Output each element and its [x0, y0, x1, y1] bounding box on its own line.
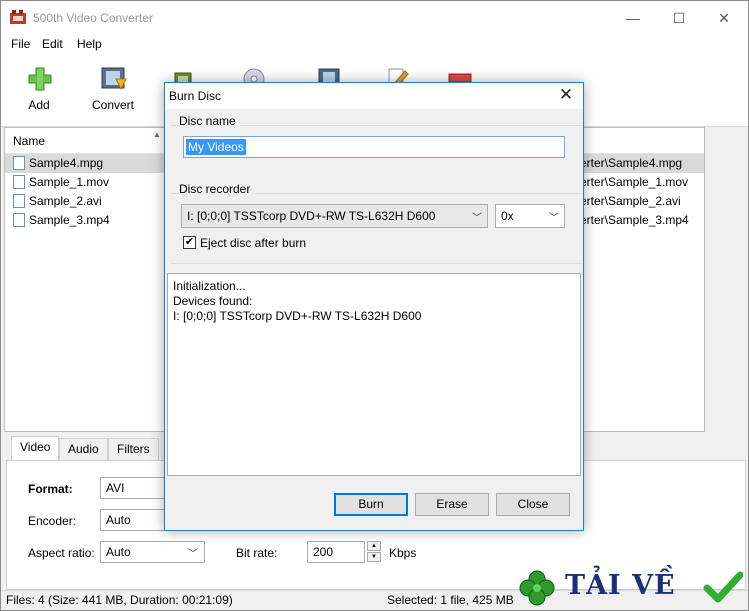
right-gutter: [705, 127, 747, 432]
file-name: Sample_2.avi: [29, 194, 102, 208]
encoder-label: Encoder:: [28, 514, 77, 528]
tab-filters[interactable]: Filters: [108, 438, 159, 460]
chevron-down-icon: ﹀: [472, 213, 482, 224]
disc-name-group-title: Disc name: [179, 114, 240, 128]
file-path: erter\Sample_2.avi: [580, 194, 681, 208]
file-name: Sample_1.mov: [29, 175, 110, 189]
file-path: erter\Sample_1.mov: [580, 175, 689, 189]
title-bar: 500th Video Converter — ☐ ✕: [1, 1, 748, 35]
minimize-button[interactable]: —: [610, 1, 656, 35]
speed-select[interactable]: 0x ﹀: [495, 204, 565, 228]
aspect-ratio-select[interactable]: Auto ﹀: [100, 541, 205, 563]
maximize-button[interactable]: ☐: [656, 1, 702, 35]
file-name: Sample_3.mp4: [29, 213, 110, 227]
bit-rate-input[interactable]: 200: [307, 541, 365, 563]
file-name: Sample4.mpg: [29, 156, 104, 170]
close-button[interactable]: Close: [496, 493, 570, 516]
file-path: erter\Sample4.mpg: [580, 156, 683, 170]
video-file-icon: [13, 194, 25, 208]
status-files: Files: 4 (Size: 441 MB, Duration: 00:21:…: [6, 593, 233, 607]
plus-icon: [28, 67, 52, 91]
watermark: TẢI VỀ: [517, 566, 747, 610]
tab-audio[interactable]: Audio: [59, 438, 108, 460]
bit-rate-up-button[interactable]: ▲: [367, 541, 381, 551]
app-film-icon: [10, 10, 26, 24]
watermark-text: TẢI VỀ: [565, 570, 676, 601]
add-button[interactable]: Add: [9, 63, 69, 119]
log-divider: [171, 263, 583, 264]
menu-help[interactable]: Help: [77, 37, 102, 51]
speed-value: 0x: [501, 209, 514, 223]
drive-select[interactable]: I: [0;0;0] TSSTcorp DVD+-RW TS-L632H D60…: [181, 204, 488, 228]
bit-rate-down-button[interactable]: ▼: [367, 552, 381, 562]
bit-rate-value: 200: [313, 545, 334, 559]
window-title: 500th Video Converter: [33, 11, 153, 25]
video-file-icon: [13, 213, 25, 227]
sort-ascending-icon: ▲: [153, 130, 161, 139]
eject-checkbox[interactable]: ✔: [183, 236, 196, 249]
encoder-select[interactable]: Auto: [100, 509, 170, 531]
close-window-button[interactable]: ✕: [701, 1, 747, 35]
bit-rate-label: Bit rate:: [236, 546, 278, 560]
aspect-ratio-label: Aspect ratio:: [28, 546, 95, 560]
disc-recorder-group-title: Disc recorder: [179, 182, 255, 196]
eject-checkbox-label[interactable]: Eject disc after burn: [200, 236, 306, 250]
clover-icon: [519, 570, 555, 606]
format-select[interactable]: AVI: [100, 477, 170, 499]
aspect-ratio-value: Auto: [106, 545, 131, 559]
chevron-down-icon: ﹀: [188, 549, 198, 560]
drive-value: I: [0;0;0] TSSTcorp DVD+-RW TS-L632H D60…: [187, 209, 436, 223]
menu-edit[interactable]: Edit: [42, 37, 63, 51]
menu-bar: [1, 35, 748, 55]
dialog-title: Burn Disc: [169, 89, 222, 103]
tab-video[interactable]: Video: [11, 436, 60, 461]
disc-name-input[interactable]: My Videos: [183, 136, 565, 158]
column-header-name[interactable]: Name: [13, 134, 45, 148]
burn-button[interactable]: Burn: [334, 493, 408, 516]
dialog-title-bar: Burn Disc ✕: [165, 83, 583, 109]
bit-rate-unit: Kbps: [389, 546, 417, 560]
disc-name-value: My Videos: [186, 139, 246, 155]
format-value: AVI: [106, 481, 125, 495]
video-file-icon: [13, 175, 25, 189]
film-convert-icon: [101, 67, 127, 91]
erase-button[interactable]: Erase: [415, 493, 489, 516]
log-line: Initialization...: [173, 279, 246, 293]
chevron-down-icon: ﹀: [549, 213, 559, 224]
log-line: I: [0;0;0] TSSTcorp DVD+-RW TS-L632H D60…: [173, 309, 422, 323]
burn-log[interactable]: Initialization... Devices found: I: [0;0…: [167, 273, 581, 476]
format-label: Format:: [28, 482, 73, 496]
add-label: Add: [28, 98, 50, 112]
dialog-close-icon[interactable]: ✕: [555, 84, 577, 106]
checkmark-icon: [703, 571, 743, 603]
file-path: erter\Sample_3.mp4: [580, 213, 689, 227]
encoder-value: Auto: [106, 513, 131, 527]
convert-label: Convert: [91, 98, 135, 112]
log-line: Devices found:: [173, 294, 253, 308]
convert-button[interactable]: Convert: [83, 63, 143, 119]
menu-file[interactable]: File: [11, 37, 30, 51]
video-file-icon: [13, 156, 25, 170]
status-selected: Selected: 1 file, 425 MB: [387, 593, 514, 607]
